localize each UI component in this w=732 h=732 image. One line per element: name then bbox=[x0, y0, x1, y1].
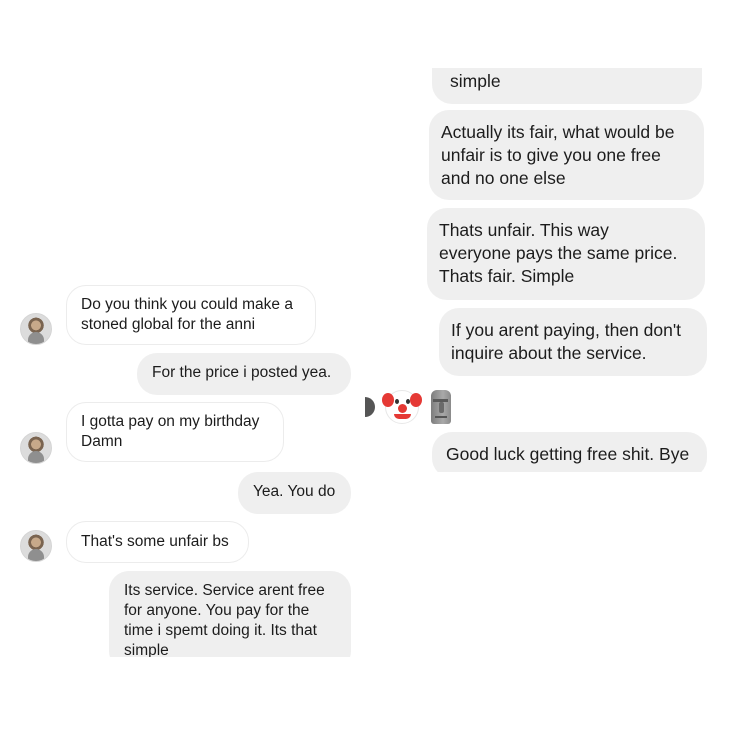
contact-avatar[interactable] bbox=[20, 313, 52, 345]
moai-icon[interactable] bbox=[429, 390, 453, 424]
outgoing-message[interactable]: Good luck getting free shit. Bye bbox=[432, 432, 707, 472]
emoji-reactions bbox=[365, 390, 453, 424]
cropped-emoji-icon bbox=[365, 394, 375, 420]
outgoing-message[interactable]: If you arent paying, then don't inquire … bbox=[439, 308, 707, 376]
left-chat-panel: Do you think you could make a stoned glo… bbox=[0, 285, 368, 657]
outgoing-message[interactable]: Actually its fair, what would be unfair … bbox=[429, 110, 704, 200]
contact-avatar[interactable] bbox=[20, 530, 52, 562]
outgoing-message[interactable]: For the price i posted yea. bbox=[137, 353, 351, 395]
outgoing-message[interactable]: simple bbox=[432, 68, 702, 104]
incoming-message[interactable]: Do you think you could make a stoned glo… bbox=[66, 285, 316, 345]
outgoing-message[interactable]: Thats unfair. This way everyone pays the… bbox=[427, 208, 705, 300]
clown-face-icon[interactable] bbox=[382, 390, 422, 424]
incoming-message[interactable]: That's some unfair bs bbox=[66, 521, 249, 563]
right-chat-panel: simple Actually its fair, what would be … bbox=[365, 68, 716, 472]
contact-avatar[interactable] bbox=[20, 432, 52, 464]
incoming-message[interactable]: I gotta pay on my birthday Damn bbox=[66, 402, 284, 462]
outgoing-message[interactable]: Its service. Service arent free for anyo… bbox=[109, 571, 351, 657]
outgoing-message[interactable]: Yea. You do bbox=[238, 472, 351, 514]
